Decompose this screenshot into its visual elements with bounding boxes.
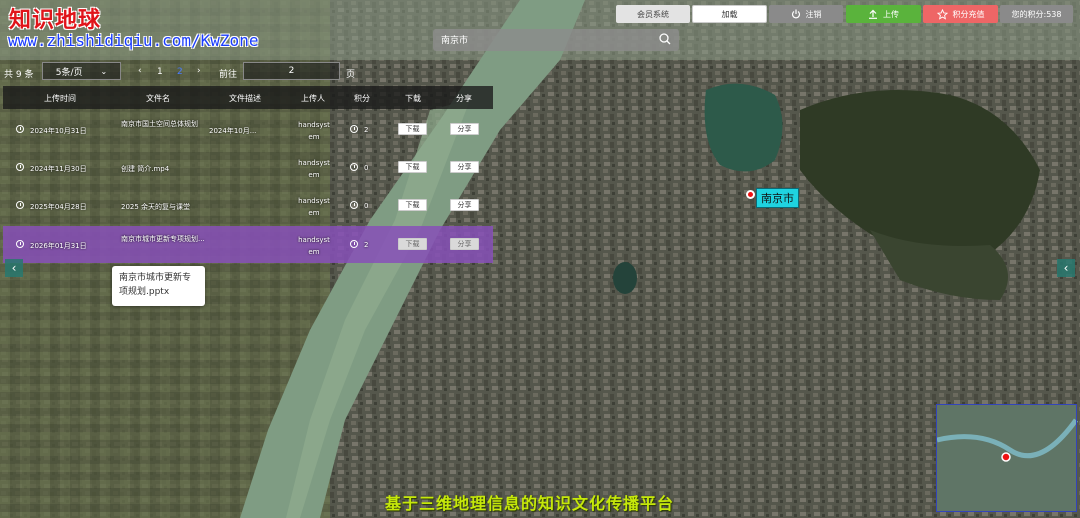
row-uploader: handsystem [298, 236, 330, 256]
download-button[interactable]: 下载 [398, 238, 427, 250]
table-header: 上传时间 文件名 文件描述 上传人 积分 下载 分享 [3, 86, 493, 109]
load-label: 加载 [721, 9, 738, 19]
overview-minimap[interactable] [936, 404, 1077, 512]
table-row-selected[interactable]: 2026年01月31日 南京市城市更新专项规划... handsystem 2 … [3, 226, 493, 263]
goto-page-input[interactable]: 2 [243, 62, 340, 80]
row-uploader: handsystem [298, 197, 330, 217]
logout-button[interactable]: 注销 [769, 5, 843, 23]
page-size-label: 5条/页 [55, 67, 83, 78]
header-points: 积分 [354, 94, 370, 103]
row-file-name[interactable]: 南京市国土空间总体规划 [121, 119, 198, 129]
share-button[interactable]: 分享 [450, 238, 479, 250]
points-icon [350, 125, 358, 133]
row-time: 2025年04月28日 [30, 203, 87, 211]
row-time: 2024年10月31日 [30, 127, 87, 135]
next-page-icon[interactable]: › [197, 66, 201, 86]
chevron-left-icon[interactable]: ‹ [5, 259, 23, 277]
search-box[interactable]: 南京市 [433, 29, 679, 51]
load-button[interactable]: 加载 [692, 5, 767, 23]
row-points: 0 [364, 202, 369, 210]
header-share: 分享 [456, 94, 472, 103]
recharge-label: 积分充值 [952, 9, 985, 19]
file-name-tooltip: 南京市城市更新专项规划.pptx [112, 266, 205, 306]
page-size-select[interactable]: 5条/页 ⌄ [42, 62, 121, 80]
row-file-name[interactable]: 2025 余天的复与课堂 [121, 202, 190, 212]
header-file-desc: 文件描述 [229, 94, 261, 103]
power-icon [791, 9, 800, 19]
table-row[interactable]: 2024年10月31日 南京市国土空间总体规划 2024年10月... hand… [3, 111, 493, 148]
search-icon[interactable] [659, 33, 671, 45]
header-uploader: 上传人 [301, 94, 325, 103]
clock-icon [16, 240, 24, 248]
clock-icon [16, 163, 24, 171]
footer-slogan: 基于三维地理信息的知识文化传播平台 [385, 494, 675, 513]
chevron-down-icon: ⌄ [100, 66, 108, 76]
upload-label: 上传 [883, 9, 899, 19]
star-icon [936, 8, 948, 20]
upload-button[interactable]: 上传 [846, 5, 921, 23]
header-download: 下载 [405, 94, 421, 103]
points-label: 您的积分:538 [1011, 9, 1062, 19]
row-file-name[interactable]: 南京市城市更新专项规划... [121, 234, 205, 244]
member-system-label: 会员系统 [637, 9, 669, 19]
prev-page-icon[interactable]: ‹ [138, 66, 142, 86]
chevron-right-icon[interactable]: ‹ [1057, 259, 1075, 277]
table-row[interactable]: 2024年11月30日 创建 简介.mp4 handsystem 0 下载 分享 [3, 149, 493, 186]
member-system-button[interactable]: 会员系统 [616, 5, 690, 23]
total-count: 共 9 条 [4, 70, 34, 80]
header-upload-time: 上传时间 [44, 94, 76, 103]
row-file-name[interactable]: 创建 简介.mp4 [121, 164, 169, 174]
header-file-name: 文件名 [146, 94, 170, 103]
row-time: 2024年11月30日 [30, 165, 87, 173]
upload-icon [869, 9, 877, 19]
row-points: 0 [364, 164, 369, 172]
clock-icon [16, 125, 24, 133]
share-button[interactable]: 分享 [450, 123, 479, 135]
page-1-link[interactable]: 1 [157, 67, 163, 87]
recharge-button[interactable]: 积分充值 [923, 5, 998, 23]
points-icon [350, 240, 358, 248]
table-row[interactable]: 2025年04月28日 2025 余天的复与课堂 handsystem 0 下载… [3, 187, 493, 224]
row-file-desc: 2024年10月... [209, 127, 257, 135]
clock-icon [16, 201, 24, 209]
search-input[interactable]: 南京市 [441, 33, 468, 46]
points-balance: 您的积分:538 [1000, 5, 1073, 23]
download-button[interactable]: 下载 [398, 123, 427, 135]
brand-url: www.zhishidiqiu.com/KwZone [8, 31, 259, 50]
goto-label: 前往 [219, 70, 238, 80]
row-points: 2 [364, 241, 369, 249]
logout-label: 注销 [805, 9, 822, 19]
brand-title: 知识地球 [9, 7, 102, 33]
share-button[interactable]: 分享 [450, 199, 479, 211]
location-marker-icon[interactable] [746, 190, 755, 199]
download-button[interactable]: 下载 [398, 161, 427, 173]
row-points: 2 [364, 126, 369, 134]
row-uploader: handsystem [298, 121, 330, 141]
row-time: 2026年01月31日 [30, 242, 87, 250]
page-2-link[interactable]: 2 [177, 67, 183, 87]
download-button[interactable]: 下载 [398, 199, 427, 211]
city-label[interactable]: 南京市 [756, 188, 799, 208]
page-unit-label: 页 [346, 70, 356, 80]
points-icon [350, 201, 358, 209]
row-uploader: handsystem [298, 159, 330, 179]
points-icon [350, 163, 358, 171]
share-button[interactable]: 分享 [450, 161, 479, 173]
